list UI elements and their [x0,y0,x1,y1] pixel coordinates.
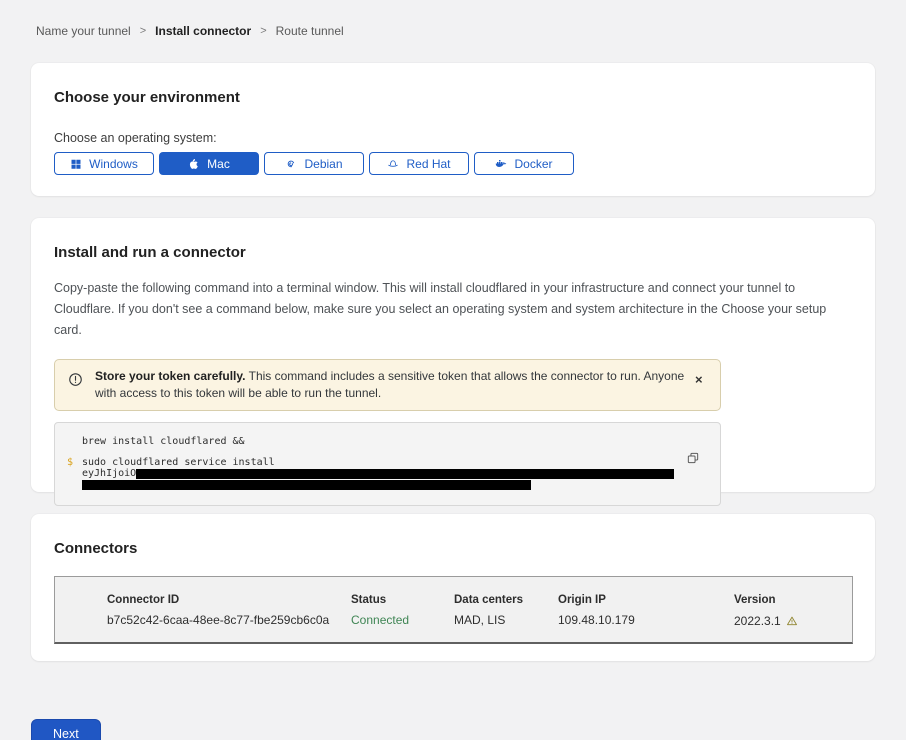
col-header-connector-id: Connector ID [107,594,351,613]
os-button-label: Docker [514,157,552,171]
os-button-label: Debian [304,157,342,171]
token-prefix: eyJhIjoiO [82,468,136,479]
install-card-title: Install and run a connector [54,244,852,261]
breadcrumb-name-your-tunnel[interactable]: Name your tunnel [36,24,131,38]
col-header-origin-ip: Origin IP [558,594,734,613]
breadcrumb-route-tunnel[interactable]: Route tunnel [276,24,344,38]
os-button-docker[interactable]: Docker [474,152,574,175]
windows-logo-icon [70,158,82,170]
page-content: Name your tunnel > Install connector > R… [0,0,906,740]
os-button-label: Mac [207,157,230,171]
token-warning-banner: Store your token carefully. This command… [54,359,721,411]
environment-card-title: Choose your environment [54,89,852,106]
token-warning-bold: Store your token carefully. [95,369,246,383]
shell-prompt: $ [67,457,82,468]
redacted-token-bar [136,469,674,479]
alert-circle-icon [68,372,83,387]
docker-logo-icon [495,158,507,170]
code-line-token-2 [67,479,680,490]
col-header-status: Status [351,594,454,613]
connector-origin-ip-value: 109.48.10.179 [558,613,734,629]
connector-data-centers-value: MAD, LIS [454,613,558,629]
connectors-card: Connectors Connector ID Status Data cent… [31,514,875,661]
next-button[interactable]: Next [31,719,101,740]
breadcrumb-install-connector[interactable]: Install connector [155,24,251,38]
col-header-data-centers: Data centers [454,594,558,613]
install-description: Copy-paste the following command into a … [54,278,848,341]
col-header-version: Version [734,594,842,613]
connector-status-value: Connected [351,613,454,629]
os-button-label: Windows [89,157,138,171]
os-button-label: Red Hat [406,157,450,171]
debian-logo-icon [285,158,297,170]
connectors-card-title: Connectors [54,540,852,557]
os-select-label: Choose an operating system: [54,131,852,145]
environment-card: Choose your environment Choose an operat… [31,63,875,196]
code-line-brew: brew install cloudflared && [67,436,680,447]
os-button-group: Windows Mac Debian Red Hat [54,152,852,175]
os-button-windows[interactable]: Windows [54,152,154,175]
breadcrumb-separator: > [260,25,266,37]
connectors-table: Connector ID Status Data centers Origin … [54,576,853,644]
apple-logo-icon [188,158,200,170]
os-button-debian[interactable]: Debian [264,152,364,175]
install-connector-card: Install and run a connector Copy-paste t… [31,218,875,492]
breadcrumb-separator: > [140,25,146,37]
breadcrumb: Name your tunnel > Install connector > R… [36,24,875,38]
token-warning-text: Store your token carefully. This command… [95,368,687,402]
copy-icon[interactable] [686,451,700,465]
os-button-redhat[interactable]: Red Hat [369,152,469,175]
install-command-code-block: brew install cloudflared && $ sudo cloud… [54,422,721,506]
connector-id-value: b7c52c42-6caa-48ee-8c77-fbe259cb6c0a [107,613,351,629]
os-button-mac[interactable]: Mac [159,152,259,175]
code-line-sudo: $ sudo cloudflared service install [67,457,680,468]
close-icon[interactable]: × [695,373,703,386]
redacted-token-bar [82,480,531,490]
version-warning-icon [786,615,798,627]
connector-version-value: 2022.3.1 [734,613,842,629]
code-line-token: eyJhIjoiO [67,468,680,479]
redhat-logo-icon [387,158,399,170]
